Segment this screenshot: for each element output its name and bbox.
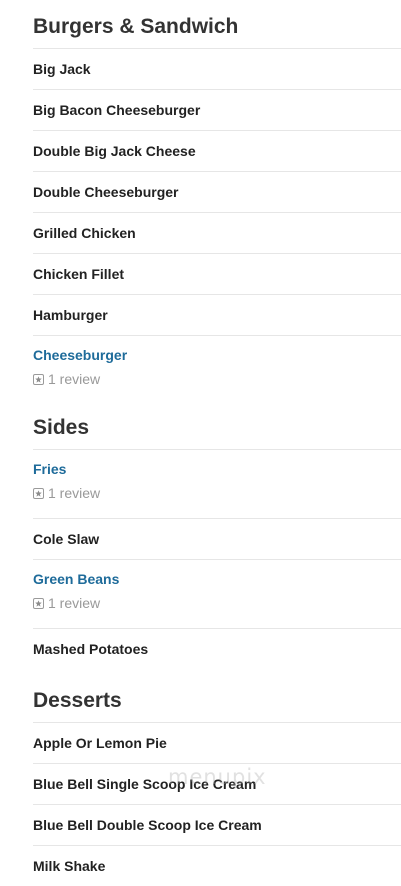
review-count: 1 review: [48, 485, 101, 501]
review-count: 1 review: [48, 595, 101, 611]
menu-item-link-cheeseburger[interactable]: Cheeseburger: [33, 347, 401, 364]
review-star-icon: [33, 488, 44, 499]
menu-item-name: Double Cheeseburger: [33, 184, 179, 200]
menu-item: Blue Bell Double Scoop Ice Cream: [33, 804, 401, 845]
menu-item: Double Cheeseburger: [33, 171, 401, 212]
section-title-sides: Sides: [33, 416, 90, 439]
menu-item-name: Blue Bell Double Scoop Ice Cream: [33, 817, 262, 833]
review-star-icon: [33, 374, 44, 385]
menu-item: Big Jack: [33, 48, 401, 89]
menu-item: Chicken Fillet: [33, 253, 401, 294]
menu-item: Double Big Jack Cheese: [33, 130, 401, 171]
review-star-icon: [33, 598, 44, 609]
menu-list: Burgers & Sandwich Big Jack Big Bacon Ch…: [33, 0, 401, 886]
menu-item: Mashed Potatoes: [33, 628, 401, 669]
review-link[interactable]: 1 review: [33, 485, 401, 502]
menu-item: Fries 1 review: [33, 449, 401, 518]
menu-item-name: Mashed Potatoes: [33, 641, 149, 657]
menu-item-name: Grilled Chicken: [33, 225, 136, 241]
menu-item-name: Big Bacon Cheeseburger: [33, 102, 201, 118]
menu-item: Hamburger: [33, 294, 401, 335]
review-link[interactable]: 1 review: [33, 595, 401, 612]
menu-item-link-green-beans[interactable]: Green Beans: [33, 571, 401, 588]
review-count: 1 review: [48, 371, 101, 387]
menu-item: Grilled Chicken: [33, 212, 401, 253]
menu-item-name: Big Jack: [33, 61, 91, 77]
menu-item-name: Cole Slaw: [33, 531, 100, 547]
menu-item-link-fries[interactable]: Fries: [33, 461, 401, 478]
menu-item-name: Apple Or Lemon Pie: [33, 735, 167, 751]
menu-item: Cheeseburger 1 review: [33, 335, 401, 404]
menu-item: Apple Or Lemon Pie: [33, 722, 401, 763]
menu-item-name: Hamburger: [33, 307, 108, 323]
menu-item-name: Double Big Jack Cheese: [33, 143, 196, 159]
menu-item: Cole Slaw: [33, 518, 401, 559]
watermark-logo: menupix: [168, 765, 267, 789]
menu-item-name: Chicken Fillet: [33, 266, 125, 282]
section-title-burgers: Burgers & Sandwich: [33, 15, 239, 38]
menu-item: Milk Shake: [33, 845, 401, 886]
review-link[interactable]: 1 review: [33, 371, 401, 388]
menu-item: Green Beans 1 review: [33, 559, 401, 628]
section-title-desserts: Desserts: [33, 689, 122, 712]
menu-item: Big Bacon Cheeseburger: [33, 89, 401, 130]
